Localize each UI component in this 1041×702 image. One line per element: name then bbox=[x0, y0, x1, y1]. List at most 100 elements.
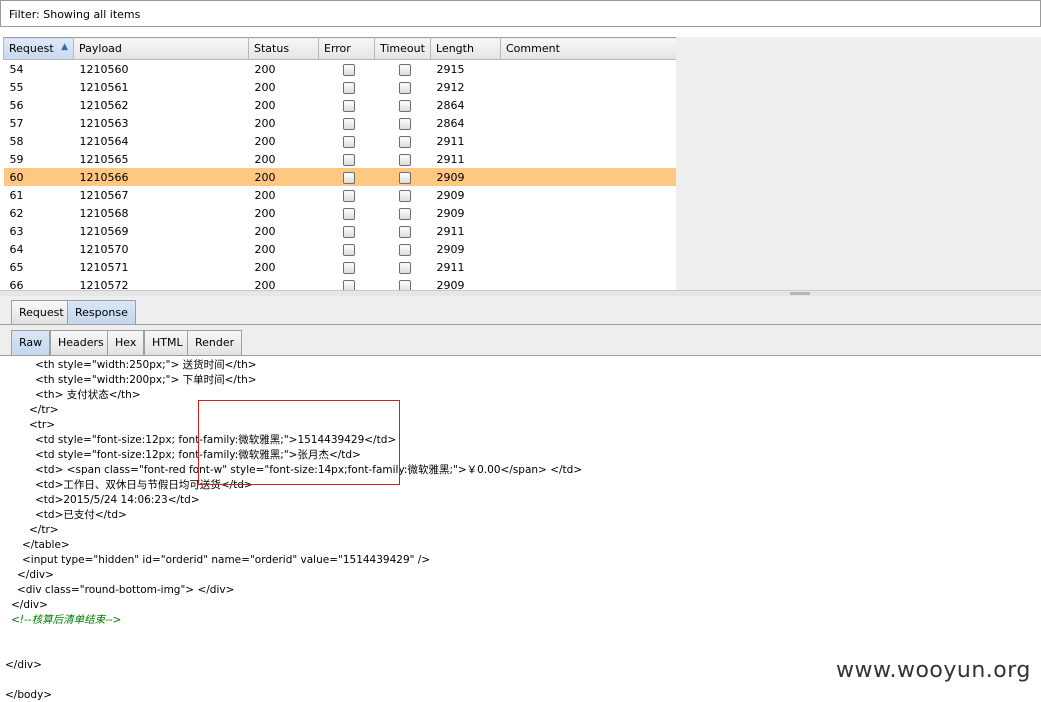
cell-error bbox=[319, 114, 375, 132]
column-header-payload[interactable]: Payload bbox=[73, 37, 249, 60]
code-line: <div class="round-bottom-img"> </div> bbox=[17, 584, 235, 596]
timeout-checkbox[interactable] bbox=[398, 279, 411, 290]
results-table-panel: Request ▲ Payload Status Error Timeout L… bbox=[3, 37, 676, 290]
cell-payload: 1210566 bbox=[73, 168, 249, 186]
error-checkbox[interactable] bbox=[342, 135, 355, 148]
table-row[interactable]: 64 1210570 200 2909 bbox=[4, 240, 677, 258]
table-row[interactable]: 63 1210569 200 2911 bbox=[4, 222, 677, 240]
error-checkbox[interactable] bbox=[342, 261, 355, 274]
cell-payload: 1210572 bbox=[79, 278, 129, 291]
table-row[interactable]: 66 1210572 200 2909 bbox=[4, 276, 677, 290]
cell-status: 200 bbox=[254, 188, 276, 202]
table-row[interactable]: 65 1210571 200 2911 bbox=[4, 258, 677, 276]
splitter-grip-icon[interactable] bbox=[790, 292, 810, 295]
results-table-body: 54 1210560 200 2915 55 1210561 200 2912 56 121056… bbox=[3, 60, 677, 290]
error-checkbox[interactable] bbox=[342, 117, 355, 130]
column-header-error[interactable]: Error bbox=[318, 37, 375, 60]
table-header-row: Request ▲ Payload Status Error Timeout L… bbox=[3, 37, 676, 60]
column-header-status[interactable]: Status bbox=[248, 37, 319, 60]
column-header-length[interactable]: Length bbox=[430, 37, 501, 60]
column-header-request[interactable]: Request ▲ bbox=[3, 37, 74, 60]
tab-html[interactable]: HTML bbox=[144, 330, 191, 355]
table-row[interactable]: 58 1210564 200 2911 bbox=[4, 132, 677, 150]
cell-timeout bbox=[374, 168, 431, 186]
tab-headers[interactable]: Headers bbox=[50, 330, 112, 355]
cell-timeout bbox=[375, 258, 431, 276]
cell-timeout bbox=[375, 114, 431, 132]
response-source-view[interactable]: <th style="width:250px;"> 送货时间</th> <th … bbox=[0, 357, 1041, 702]
table-row[interactable]: 60 1210566 200 2909 bbox=[3, 168, 676, 186]
error-checkbox[interactable] bbox=[342, 99, 355, 112]
timeout-checkbox[interactable] bbox=[398, 63, 411, 76]
cell-timeout bbox=[375, 276, 431, 290]
filter-bar[interactable]: Filter: Showing all items bbox=[0, 0, 1041, 27]
cell-comment bbox=[501, 60, 677, 79]
table-row[interactable]: 62 1210568 200 2909 bbox=[4, 204, 677, 222]
tab-render[interactable]: Render bbox=[187, 330, 243, 355]
tab-raw[interactable]: Raw bbox=[11, 330, 51, 355]
cell-comment bbox=[501, 276, 677, 290]
table-row[interactable]: 57 1210563 200 2864 bbox=[4, 114, 677, 132]
error-checkbox[interactable] bbox=[342, 225, 355, 238]
error-checkbox[interactable] bbox=[342, 279, 355, 290]
cell-request: 64 bbox=[9, 242, 24, 256]
code-comment-line: <!--核算后清单结束--> bbox=[11, 614, 122, 626]
table-row[interactable]: 54 1210560 200 2915 bbox=[4, 60, 677, 79]
cell-error bbox=[319, 186, 375, 204]
timeout-checkbox[interactable] bbox=[398, 81, 411, 94]
error-checkbox[interactable] bbox=[342, 243, 355, 256]
error-checkbox[interactable] bbox=[342, 81, 355, 94]
sort-ascending-icon: ▲ bbox=[61, 42, 68, 52]
timeout-checkbox[interactable] bbox=[398, 207, 411, 220]
cell-comment bbox=[501, 150, 677, 168]
cell-comment bbox=[501, 114, 677, 132]
cell-error bbox=[319, 240, 375, 258]
error-checkbox[interactable] bbox=[342, 207, 355, 220]
cell-request: 66 bbox=[9, 278, 24, 291]
cell-length: 2864 bbox=[436, 98, 465, 112]
timeout-checkbox[interactable] bbox=[398, 117, 411, 130]
table-row[interactable]: 55 1210561 200 2912 bbox=[4, 78, 677, 96]
cell-request: 54 bbox=[9, 62, 24, 76]
timeout-checkbox[interactable] bbox=[398, 171, 411, 184]
timeout-checkbox[interactable] bbox=[398, 225, 411, 238]
tab-hex[interactable]: Hex bbox=[107, 330, 145, 355]
cell-request: 61 bbox=[9, 188, 24, 202]
cell-error bbox=[319, 204, 375, 222]
view-tabs: Raw Headers Hex HTML Render bbox=[0, 325, 1041, 356]
cell-error bbox=[319, 60, 375, 79]
cell-timeout bbox=[375, 60, 431, 79]
cell-payload: 1210562 bbox=[79, 98, 129, 112]
timeout-checkbox[interactable] bbox=[398, 261, 411, 274]
error-checkbox[interactable] bbox=[342, 153, 355, 166]
cell-payload: 1210565 bbox=[79, 152, 129, 166]
cell-status: 200 bbox=[254, 242, 276, 256]
error-checkbox[interactable] bbox=[342, 171, 355, 184]
cell-payload: 1210570 bbox=[79, 242, 129, 256]
cell-timeout bbox=[375, 222, 431, 240]
watermark: www.wooyun.org bbox=[836, 658, 1031, 683]
cell-length: 2911 bbox=[436, 152, 465, 166]
error-checkbox[interactable] bbox=[342, 189, 355, 202]
cell-comment bbox=[501, 240, 677, 258]
table-row[interactable]: 59 1210565 200 2911 bbox=[4, 150, 677, 168]
error-checkbox[interactable] bbox=[342, 63, 355, 76]
column-header-comment[interactable]: Comment bbox=[500, 37, 676, 60]
timeout-checkbox[interactable] bbox=[398, 135, 411, 148]
cell-payload: 1210569 bbox=[79, 224, 129, 238]
cell-comment bbox=[500, 168, 676, 186]
timeout-checkbox[interactable] bbox=[398, 243, 411, 256]
filter-label: Filter: Showing all items bbox=[9, 8, 141, 21]
code-line: <td>已支付</td> bbox=[35, 509, 127, 521]
tab-response[interactable]: Response bbox=[67, 300, 136, 324]
cell-status: 200 bbox=[254, 278, 276, 291]
table-row[interactable]: 61 1210567 200 2909 bbox=[4, 186, 677, 204]
table-row[interactable]: 56 1210562 200 2864 bbox=[4, 96, 677, 114]
cell-status: 200 bbox=[254, 80, 276, 94]
tab-request[interactable]: Request bbox=[11, 300, 72, 324]
cell-error bbox=[319, 258, 375, 276]
timeout-checkbox[interactable] bbox=[398, 153, 411, 166]
column-header-timeout[interactable]: Timeout bbox=[374, 37, 431, 60]
timeout-checkbox[interactable] bbox=[398, 99, 411, 112]
timeout-checkbox[interactable] bbox=[398, 189, 411, 202]
